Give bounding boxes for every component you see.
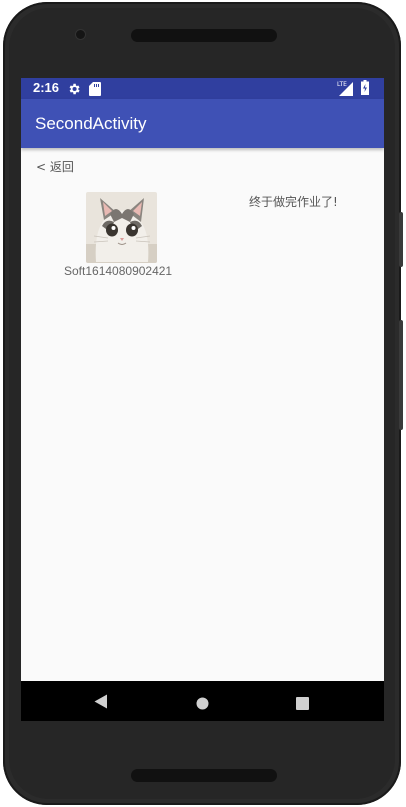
recents-icon[interactable] — [296, 695, 309, 714]
status-bar: 2:16 LTE — [21, 78, 384, 99]
lte-signal-icon: LTE — [337, 80, 353, 100]
svg-text:LTE: LTE — [337, 81, 347, 88]
power-button — [399, 320, 403, 430]
top-speaker — [131, 29, 277, 42]
back-link[interactable]: < 返回 — [36, 158, 74, 175]
bottom-speaker — [131, 769, 277, 782]
message-text: 终于做完作业了! — [249, 195, 338, 209]
battery-charging-icon — [361, 80, 369, 99]
home-icon[interactable] — [196, 695, 209, 714]
cat-image — [86, 192, 157, 263]
screen: 2:16 LTE SecondActivity < 返回 Soft1614080… — [21, 78, 384, 721]
app-title: SecondActivity — [35, 114, 147, 133]
front-camera — [76, 30, 85, 39]
image-caption: Soft1614080902421 — [64, 264, 173, 278]
status-time: 2:16 — [33, 80, 60, 95]
gear-icon — [67, 81, 81, 100]
back-icon[interactable] — [94, 694, 108, 713]
volume-button — [399, 212, 403, 267]
app-bar: SecondActivity — [21, 99, 384, 148]
sd-card-icon — [89, 81, 101, 100]
navigation-bar — [21, 681, 384, 721]
